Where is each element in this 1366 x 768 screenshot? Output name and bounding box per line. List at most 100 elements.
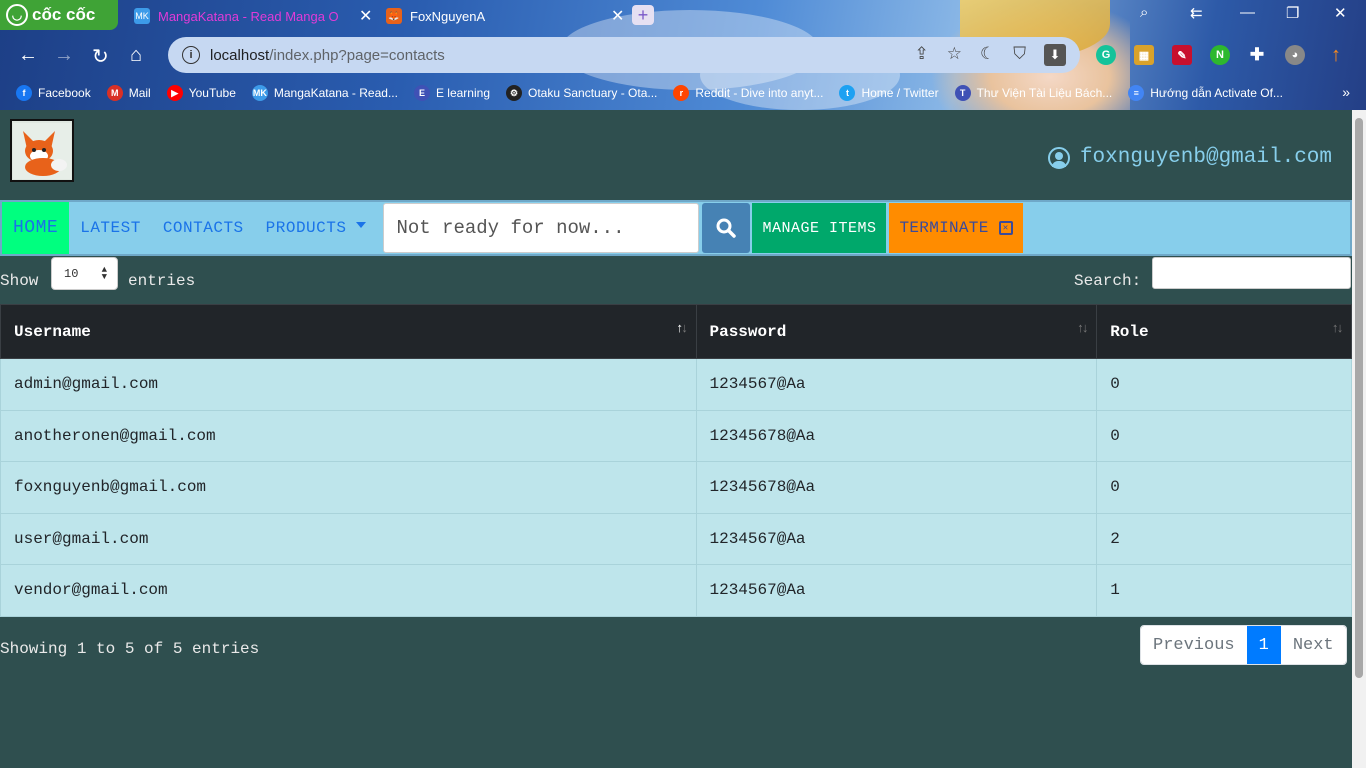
table-row: user@gmail.com 1234567@Aa 2 (0, 512, 1352, 565)
bookmark-item[interactable]: ▶ YouTube (166, 85, 236, 101)
table-search-label: Search: (1074, 272, 1142, 290)
page-length-select[interactable]: 10 ▲ ▼ (51, 257, 118, 290)
table-header-row: Username ↑↓ Password ↑↓ Role ↑↓ (0, 304, 1352, 359)
home-icon[interactable]: ⌂ (130, 44, 142, 67)
extension-n-icon[interactable]: N (1210, 45, 1230, 65)
bookmark-label: Thư Viện Tài Liệu Bách... (976, 86, 1113, 100)
bookmarks-more-icon[interactable]: » (1342, 84, 1350, 100)
column-label: Username (14, 322, 91, 341)
cell-username: anotheronen@gmail.com (0, 409, 697, 462)
column-username[interactable]: Username ↑↓ (0, 304, 697, 359)
site-search-button[interactable] (702, 203, 751, 253)
close-window-icon[interactable]: ✕ (1334, 4, 1347, 22)
tab-title: FoxNguyenA (410, 8, 486, 24)
browser-chrome: ◡ cốc cốc MK MangaKatana - Read Manga O … (0, 0, 1366, 110)
youtube-icon: ▶ (166, 85, 183, 101)
share-icon[interactable]: ⇪ (915, 44, 929, 66)
previous-page-button[interactable]: Previous (1141, 626, 1247, 664)
cell-password: 1234567@Aa (695, 564, 1098, 617)
new-tab-button[interactable]: + (632, 5, 654, 25)
bookmark-label: E learning (435, 86, 490, 100)
column-password[interactable]: Password ↑↓ (695, 304, 1098, 359)
site-info-icon[interactable]: i (182, 46, 200, 64)
cell-role: 0 (1096, 461, 1352, 514)
table-search-input[interactable] (1152, 257, 1351, 289)
shield-icon[interactable]: ⛉ (1013, 44, 1026, 66)
web-page: foxnguyenb@gmail.com HOME LATEST CONTACT… (0, 110, 1352, 768)
close-tab-icon[interactable]: ✕ (359, 6, 372, 26)
scrollbar-thumb[interactable] (1355, 118, 1363, 678)
sort-asc-icon: ↑↓ (675, 321, 689, 336)
extension-game-icon[interactable]: ▦ (1134, 45, 1154, 65)
bookmark-label: Reddit - Dive into anyt... (695, 86, 824, 100)
bookmark-item[interactable]: MK MangaKatana - Read... (251, 85, 398, 101)
bookmark-label: Hướng dẫn Activate Of... (1150, 86, 1283, 100)
bookmark-item[interactable]: M Mail (106, 85, 151, 101)
nav-contacts[interactable]: CONTACTS (152, 202, 255, 254)
cell-username: vendor@gmail.com (0, 564, 697, 617)
table-row: foxnguyenb@gmail.com 12345678@Aa 0 (0, 461, 1352, 514)
bookmark-label: Facebook (38, 86, 91, 100)
document-icon: ≡ (1128, 85, 1145, 101)
pagination: Previous 1 Next (1140, 625, 1347, 665)
download-icon[interactable]: ⬇ (1044, 44, 1066, 66)
profile-avatar[interactable]: ◕ (1285, 45, 1305, 65)
cell-password: 1234567@Aa (695, 512, 1098, 565)
bookmark-item[interactable]: ≡ Hướng dẫn Activate Of... (1128, 85, 1283, 101)
back-to-icon[interactable]: ⇇ (1190, 4, 1203, 22)
bookmark-label: Otaku Sanctuary - Ota... (528, 86, 658, 100)
bookmarks-bar: f Facebook M Mail ▶ YouTube MK MangaKatana - Re… (0, 80, 1366, 106)
next-page-button[interactable]: Next (1280, 626, 1346, 664)
terminate-button[interactable]: TERMINATE ✕ (889, 203, 1023, 253)
cell-password: 12345678@Aa (695, 461, 1098, 514)
update-arrow-icon[interactable]: ↑ (1326, 44, 1346, 66)
reload-icon[interactable]: ↻ (92, 44, 109, 69)
column-role[interactable]: Role ↑↓ (1096, 304, 1352, 359)
grammarly-icon[interactable]: G (1096, 45, 1116, 65)
table-row: admin@gmail.com 1234567@Aa 0 (0, 358, 1352, 411)
sort-icon: ↑↓ (1331, 321, 1343, 336)
cell-password: 1234567@Aa (695, 358, 1098, 411)
nav-latest[interactable]: LATEST (69, 202, 152, 254)
bookmark-label: Home / Twitter (861, 86, 939, 100)
tab-mangakatana[interactable]: MK MangaKatana - Read Manga O ✕ (134, 2, 374, 30)
bookmark-item[interactable]: t Home / Twitter (839, 85, 939, 101)
back-icon[interactable]: ← (18, 44, 38, 67)
nav-products-dropdown[interactable]: PRODUCTS (255, 202, 378, 254)
extensions-puzzle-icon[interactable]: ✚ (1247, 45, 1267, 65)
browser-menu-button[interactable]: ◡ cốc cốc (0, 0, 118, 30)
manage-items-button[interactable]: MANAGE ITEMS (752, 203, 887, 253)
user-account[interactable]: foxnguyenb@gmail.com (1047, 146, 1332, 169)
terminate-label: TERMINATE (899, 219, 989, 237)
bookmark-item[interactable]: E E learning (413, 85, 490, 101)
page-1-button[interactable]: 1 (1246, 626, 1281, 664)
search-tabs-icon[interactable]: ⌕ (1140, 4, 1148, 21)
nav-products-label: PRODUCTS (265, 219, 347, 237)
close-tab-icon[interactable]: ✕ (611, 6, 624, 26)
minimize-icon[interactable]: — (1240, 4, 1255, 21)
tab-title: MangaKatana - Read Manga O (158, 8, 339, 24)
extension-tool-icon[interactable]: ✎ (1172, 45, 1192, 65)
show-label: Show (0, 272, 39, 290)
fox-logo[interactable] (10, 119, 74, 182)
bookmark-item[interactable]: f Facebook (16, 85, 91, 101)
address-bar[interactable]: i localhost /index.php?page=contacts ⇪ ☆… (168, 37, 1080, 73)
elearning-icon: E (413, 85, 430, 101)
cell-username: foxnguyenb@gmail.com (0, 461, 697, 514)
forward-icon[interactable]: → (54, 44, 74, 67)
tab-foxnguyena[interactable]: 🦊 FoxNguyenA ✕ (386, 2, 626, 30)
restore-icon[interactable]: ❐ (1286, 4, 1299, 22)
bookmark-item[interactable]: T Thư Viện Tài Liệu Bách... (954, 85, 1113, 101)
bookmark-star-icon[interactable]: ☆ (947, 44, 962, 66)
datatable-footer: Showing 1 to 5 of 5 entries Previous 1 N… (0, 618, 1352, 678)
cell-username: user@gmail.com (0, 512, 697, 565)
caret-down-icon (356, 222, 367, 228)
select-arrows-icon: ▲ ▼ (101, 265, 107, 282)
dark-mode-icon[interactable]: ☾ (980, 44, 995, 66)
page-scrollbar[interactable] (1352, 110, 1366, 768)
nav-home[interactable]: HOME (2, 202, 70, 254)
bookmark-item[interactable]: r Reddit - Dive into anyt... (673, 85, 823, 101)
bookmark-item[interactable]: ⚙ Otaku Sanctuary - Ota... (506, 85, 657, 101)
facebook-icon: f (16, 85, 32, 101)
site-search-input[interactable]: Not ready for now... (383, 203, 700, 253)
